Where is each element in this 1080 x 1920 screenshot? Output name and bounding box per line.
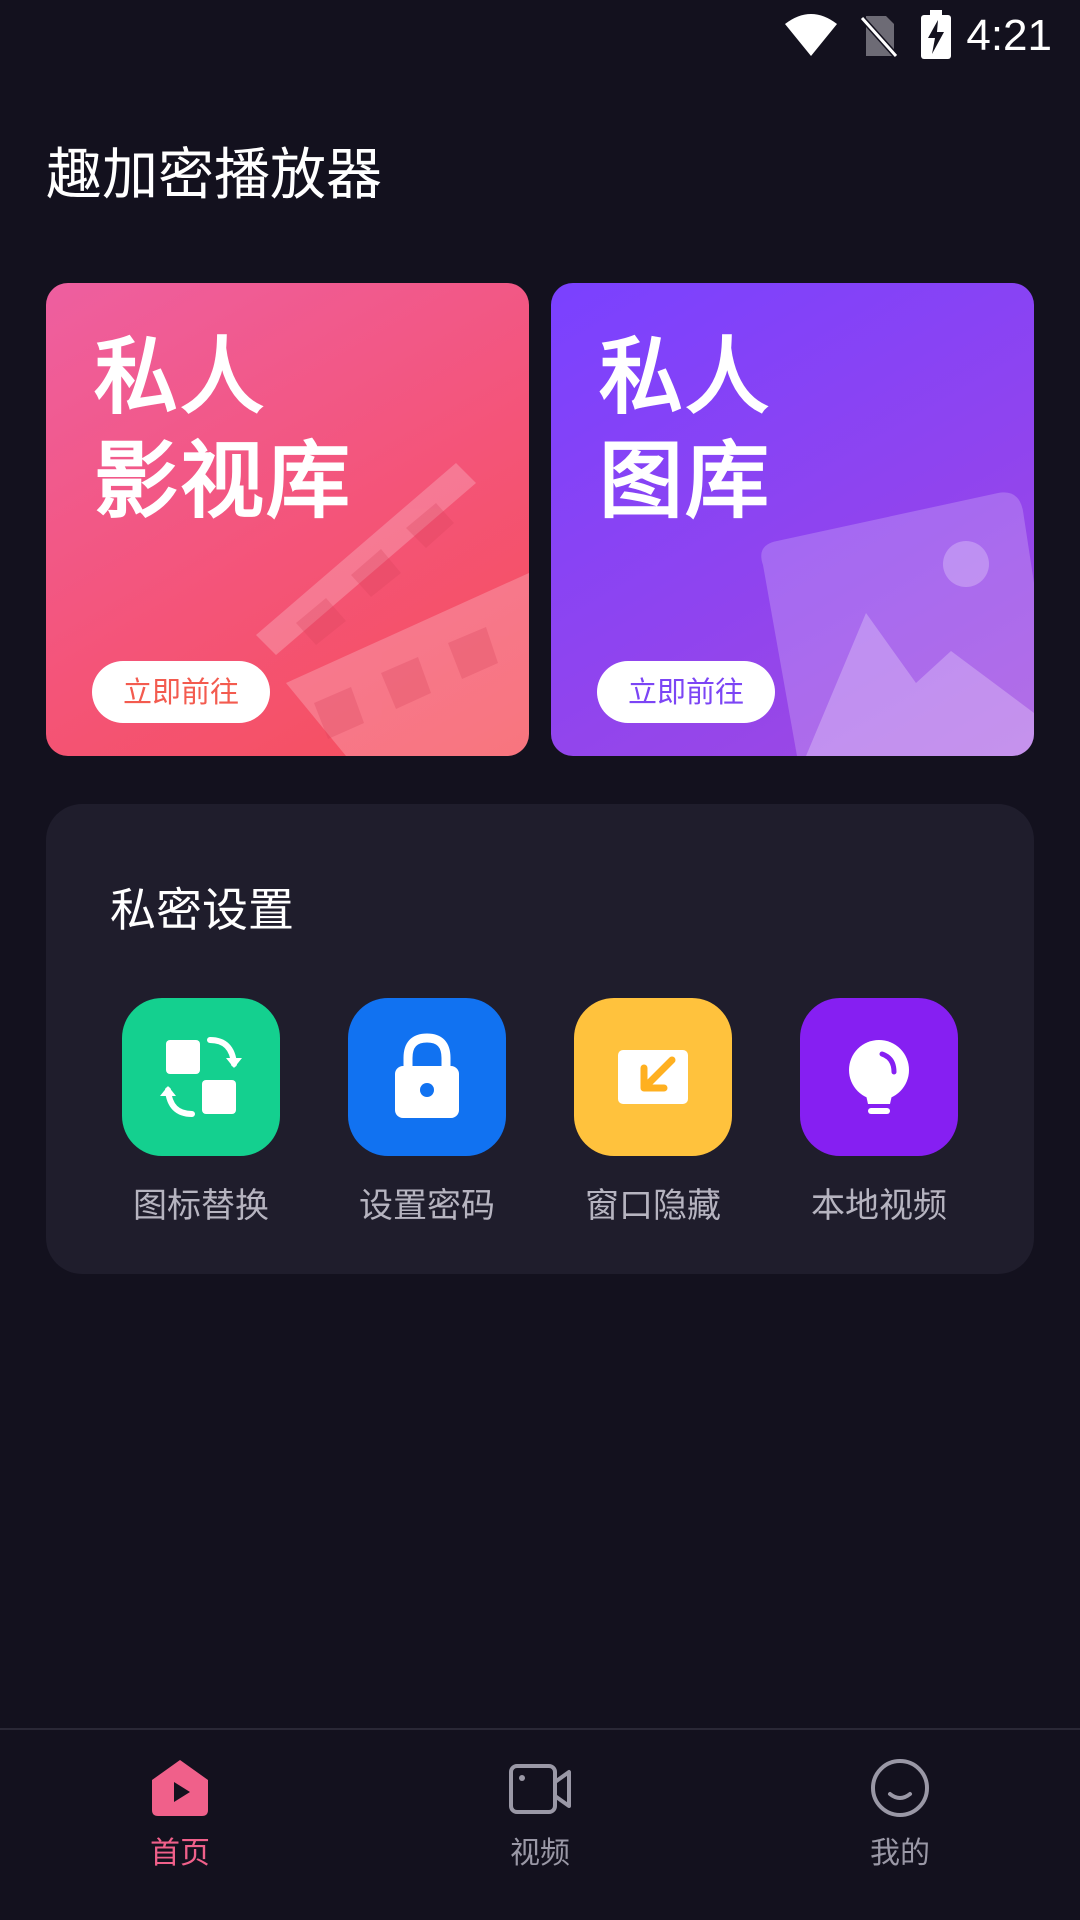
minimize-window-icon xyxy=(574,998,732,1156)
app-screen: 4:21 趣加密播放器 私人 影视库 立即前往 私人 图库 立即前往 私密设置 … xyxy=(0,0,1080,1920)
status-bar: 4:21 xyxy=(0,0,1080,72)
nav-label: 我的 xyxy=(870,1836,930,1871)
wifi-icon xyxy=(785,14,837,56)
card-title-line1: 私人 xyxy=(599,328,772,426)
nav-label: 视频 xyxy=(510,1836,570,1871)
no-sim-icon xyxy=(859,15,898,58)
go-now-button[interactable]: 立即前往 xyxy=(597,661,775,723)
battery-charging-icon xyxy=(921,10,951,59)
swap-icon xyxy=(122,998,280,1156)
section-title: 私密设置 xyxy=(110,883,294,937)
private-video-library-card[interactable]: 私人 影视库 立即前往 xyxy=(46,283,529,756)
setting-label: 图标替换 xyxy=(133,1186,269,1226)
card-title: 私人 影视库 xyxy=(94,325,352,533)
home-play-icon xyxy=(152,1760,208,1816)
video-camera-icon xyxy=(509,1764,571,1814)
card-title-line1: 私人 xyxy=(94,328,267,426)
setting-label: 本地视频 xyxy=(811,1186,947,1226)
icon-replace-item[interactable]: 图标替换 xyxy=(106,998,296,1238)
nav-label: 首页 xyxy=(150,1836,210,1871)
nav-item-video[interactable]: 视频 xyxy=(360,1730,720,1920)
setting-label: 窗口隐藏 xyxy=(585,1186,721,1226)
smiley-icon xyxy=(871,1759,929,1817)
go-now-button[interactable]: 立即前往 xyxy=(92,661,270,723)
page-title: 趣加密播放器 xyxy=(46,143,382,208)
nav-item-mine[interactable]: 我的 xyxy=(720,1730,1080,1920)
lock-icon xyxy=(348,998,506,1156)
card-title-line2: 影视库 xyxy=(94,432,353,530)
private-gallery-card[interactable]: 私人 图库 立即前往 xyxy=(551,283,1034,756)
card-title-line2: 图库 xyxy=(599,432,772,530)
setting-label: 设置密码 xyxy=(359,1186,495,1226)
window-hide-item[interactable]: 窗口隐藏 xyxy=(558,998,748,1238)
bottom-nav: 首页 视频 我的 xyxy=(0,1728,1080,1920)
privacy-settings-panel: 私密设置 图标替换 设置密码 窗口隐藏 本地视频 xyxy=(46,804,1034,1274)
set-password-item[interactable]: 设置密码 xyxy=(332,998,522,1238)
lightbulb-icon xyxy=(800,998,958,1156)
nav-item-home[interactable]: 首页 xyxy=(0,1730,360,1920)
card-title: 私人 图库 xyxy=(599,325,771,533)
local-video-item[interactable]: 本地视频 xyxy=(784,998,974,1238)
status-time: 4:21 xyxy=(966,11,1052,60)
